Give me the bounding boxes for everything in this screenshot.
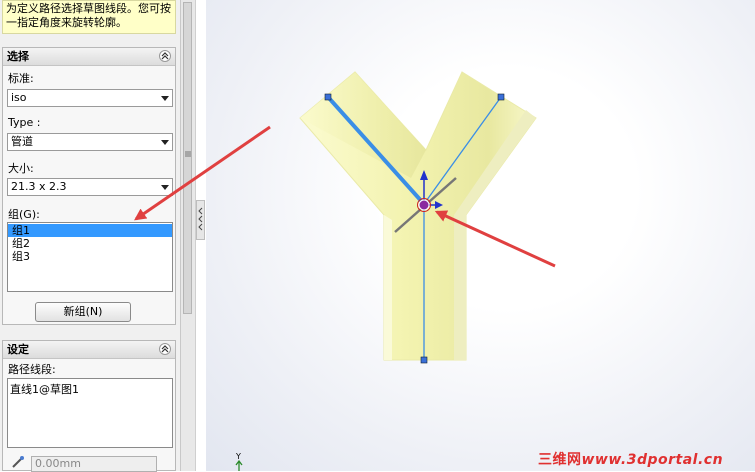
watermark: 三维网www.3dportal.cn (538, 449, 723, 469)
new-group-button[interactable]: 新组(N) (35, 302, 131, 322)
panel-collapse-handle[interactable] (196, 200, 205, 240)
watermark-url: www.3dportal.cn (581, 452, 724, 468)
collapse-chevron-icon[interactable] (159, 343, 171, 355)
path-segment-item[interactable]: 直线1@草图1 (10, 381, 172, 397)
chevron-down-icon (161, 185, 169, 190)
settings-group-title: 设定 (7, 343, 29, 356)
chevron-left-icon (198, 207, 203, 231)
type-select[interactable]: 管道 (7, 133, 173, 151)
path-segment-listbox[interactable]: 直线1@草图1 (7, 378, 173, 448)
help-text: 为定义路径选择草图线段。您可按一指定角度来旋转轮廓。 (6, 2, 171, 29)
property-manager-panel: 为定义路径选择草图线段。您可按一指定角度来旋转轮廓。 选择 标准: iso Ty… (0, 0, 181, 472)
selection-group: 选择 标准: iso Type : 管道 大小: 21.3 x 2.3 组(G)… (2, 47, 176, 325)
graphics-viewport[interactable] (206, 0, 755, 471)
chevron-down-icon (161, 140, 169, 145)
rotation-angle-icon (12, 456, 24, 468)
standard-select-value: iso (11, 91, 27, 104)
list-item-group2[interactable]: 组2 (8, 237, 172, 250)
rotation-angle-input[interactable]: 0.00mm (31, 456, 157, 472)
path-segment-label: 路径线段: (8, 363, 56, 376)
type-label: Type : (8, 116, 41, 129)
size-select[interactable]: 21.3 x 2.3 (7, 178, 173, 196)
size-select-value: 21.3 x 2.3 (11, 180, 67, 193)
scrollbar-thumb[interactable] (183, 2, 192, 314)
list-item-group1[interactable]: 组1 (8, 224, 172, 237)
rotation-angle-value: 0.00mm (35, 457, 81, 470)
collapse-chevron-icon[interactable] (159, 50, 171, 62)
group-label: 组(G): (8, 208, 40, 221)
watermark-cn: 三维网 (538, 452, 582, 468)
list-item-group3[interactable]: 组3 (8, 250, 172, 263)
settings-group: 设定 路径线段: 直线1@草图1 0.00mm (2, 340, 176, 472)
view-triad-icon (235, 460, 243, 471)
size-label: 大小: (8, 162, 34, 175)
type-select-value: 管道 (11, 135, 33, 148)
help-message-box: 为定义路径选择草图线段。您可按一指定角度来旋转轮廓。 (2, 0, 176, 34)
settings-group-header[interactable]: 设定 (3, 341, 175, 359)
selection-group-header[interactable]: 选择 (3, 48, 175, 66)
chevron-down-icon (161, 96, 169, 101)
standard-label: 标准: (8, 72, 34, 85)
selection-group-title: 选择 (7, 50, 29, 63)
standard-select[interactable]: iso (7, 89, 173, 107)
panel-scrollbar[interactable] (181, 0, 196, 471)
group-listbox[interactable]: 组1 组2 组3 (7, 222, 173, 292)
scroll-grip-icon (185, 151, 191, 157)
